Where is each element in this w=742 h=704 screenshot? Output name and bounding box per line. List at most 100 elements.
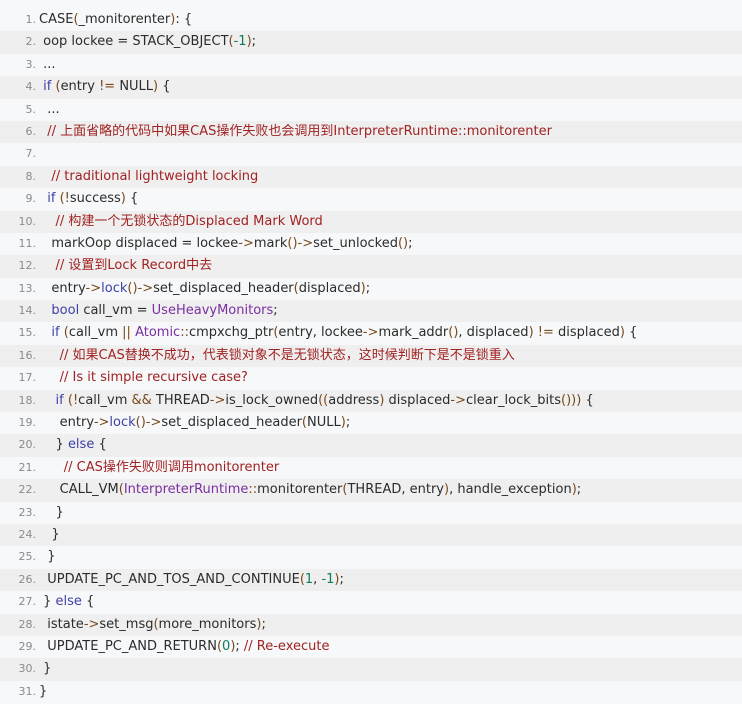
- code-line: 15. if (call_vm || Atomic::cmpxchg_ptr(e…: [0, 322, 742, 344]
- code-token: mark: [253, 235, 288, 251]
- code-token: }: [39, 661, 52, 677]
- code-line: 19. entry->lock()->set_displaced_header(…: [0, 412, 742, 434]
- line-number: 13.: [18, 281, 37, 295]
- code-line: 25. }: [0, 546, 742, 568]
- code-token: }: [39, 549, 56, 565]
- code-token: // Is it simple recursive case?: [39, 370, 248, 386]
- code-token: set_unlocked: [313, 235, 398, 251]
- code-token: set_displaced_header: [161, 415, 302, 431]
- code-token: UPDATE_PC_AND_TOS_AND_CONTINUE: [39, 571, 300, 587]
- code-text: if (call_vm || Atomic::cmpxchg_ptr(entry…: [39, 322, 637, 344]
- code-token: NULL: [115, 79, 154, 95]
- line-number: 12.: [18, 259, 37, 273]
- code-token: (): [448, 325, 459, 341]
- code-token: is_lock_owned: [225, 392, 319, 408]
- line-number: 22.: [18, 483, 37, 497]
- code-token: istate: [39, 616, 84, 632]
- code-token: {: [94, 437, 107, 453]
- code-token: }: [39, 437, 68, 453]
- code-text: UPDATE_PC_AND_RETURN(0); // Re-execute: [39, 636, 329, 658]
- code-text: } else {: [39, 434, 107, 456]
- code-token: // 如果CAS替换不成功，代表锁对象不是无锁状态，这时候判断下是不是锁重入: [39, 347, 515, 363]
- code-token: // 设置到Lock Record中去: [39, 258, 213, 274]
- code-line: 14. bool call_vm = UseHeavyMonitors;: [0, 300, 742, 323]
- code-line: 7.: [0, 143, 742, 165]
- code-text: UPDATE_PC_AND_TOS_AND_CONTINUE(1, -1);: [39, 569, 344, 591]
- code-token: ;: [251, 34, 257, 50]
- code-line: 22. CALL_VM(InterpreterRuntime::monitore…: [0, 479, 742, 502]
- code-text: if (!call_vm && THREAD->is_lock_owned((a…: [39, 390, 594, 412]
- line-number: 19.: [18, 416, 37, 430]
- code-token: CALL_VM: [39, 482, 119, 498]
- code-text: }: [39, 681, 47, 703]
- code-text: }: [39, 658, 51, 680]
- code-token: Atomic: [135, 325, 181, 341]
- code-token: !=: [99, 79, 116, 95]
- code-token: {: [125, 191, 139, 207]
- code-token: ||: [122, 325, 131, 341]
- code-text: // 设置到Lock Record中去: [39, 255, 213, 277]
- code-token: clear_lock_bits: [465, 392, 562, 408]
- code-line: 2. oop lockee = STACK_OBJECT(-1);: [0, 31, 742, 54]
- code-token: -1: [233, 34, 247, 50]
- code-token: (!: [67, 392, 79, 408]
- code-token: // 上面省略的代码中如果CAS操作失败也会调用到InterpreterRunt…: [39, 123, 552, 139]
- code-token: }: [39, 594, 56, 610]
- code-token: NULL: [307, 415, 341, 431]
- code-token: ::: [180, 325, 189, 341]
- code-line: 18. if (!call_vm && THREAD->is_lock_owne…: [0, 389, 742, 413]
- line-number: 1.: [25, 13, 37, 26]
- code-token: THREAD: [151, 392, 210, 408]
- code-token: UPDATE_PC_AND_RETURN: [39, 638, 217, 654]
- code-token: markOop displaced = lockee: [39, 235, 239, 251]
- code-token: call_vm =: [79, 303, 152, 319]
- code-token: ((: [318, 392, 329, 408]
- code-token: entry: [39, 280, 86, 296]
- code-line: 4. if (entry != NULL) {: [0, 76, 742, 99]
- code-line: 29. UPDATE_PC_AND_RETURN(0); // Re-execu…: [0, 636, 742, 658]
- line-number: 10.: [18, 214, 37, 228]
- line-number: 28.: [18, 617, 37, 631]
- code-text: entry->lock()->set_displaced_header(NULL…: [39, 412, 351, 434]
- code-token: if: [51, 325, 60, 341]
- code-text: entry->lock()->set_displaced_header(disp…: [39, 278, 370, 300]
- code-token: ()->: [287, 235, 314, 251]
- code-line: 8. // traditional lightweight locking: [0, 165, 742, 189]
- code-line: 13. entry->lock()->set_displaced_header(…: [0, 278, 742, 300]
- code-text: // Is it simple recursive case?: [39, 367, 248, 389]
- code-token: ;: [261, 616, 266, 632]
- code-line: 17. // Is it simple recursive case?: [0, 367, 742, 389]
- line-number: 25.: [18, 550, 37, 564]
- code-token: ->: [93, 415, 110, 431]
- line-number: 3.: [25, 57, 37, 71]
- code-token: (): [397, 235, 409, 251]
- code-text: } else {: [39, 591, 94, 613]
- code-token: cmpxchg_ptr: [188, 325, 274, 341]
- code-token: ;: [339, 571, 344, 587]
- code-token: entry: [39, 415, 94, 431]
- code-token: }: [39, 526, 60, 542]
- code-token: displaced: [298, 280, 361, 296]
- code-token: oop lockee = STACK_OBJECT: [39, 34, 229, 50]
- code-token: // traditional lightweight locking: [39, 168, 259, 184]
- code-text: // 构建一个无锁状态的Displaced Mark Word: [39, 211, 323, 233]
- line-number: 21.: [18, 460, 37, 474]
- code-token: {: [158, 79, 171, 95]
- line-number: 27.: [18, 595, 37, 609]
- code-token: : {: [175, 12, 193, 27]
- code-token: // 构建一个无锁状态的Displaced Mark Word: [39, 213, 323, 229]
- code-text: ...: [39, 99, 59, 121]
- code-token: ()->: [135, 415, 162, 431]
- line-number: 30.: [18, 662, 37, 676]
- code-line: 27. } else {: [0, 591, 742, 613]
- code-token: call_vm: [78, 392, 132, 408]
- code-token: (!: [59, 191, 70, 207]
- code-text: bool call_vm = UseHeavyMonitors;: [39, 300, 277, 322]
- code-text: if (!success) {: [39, 188, 138, 210]
- code-token: {: [81, 594, 95, 610]
- code-token: !=: [537, 325, 554, 341]
- code-text: }: [39, 502, 64, 524]
- line-number: 11.: [18, 236, 37, 250]
- line-number: 7.: [25, 147, 37, 161]
